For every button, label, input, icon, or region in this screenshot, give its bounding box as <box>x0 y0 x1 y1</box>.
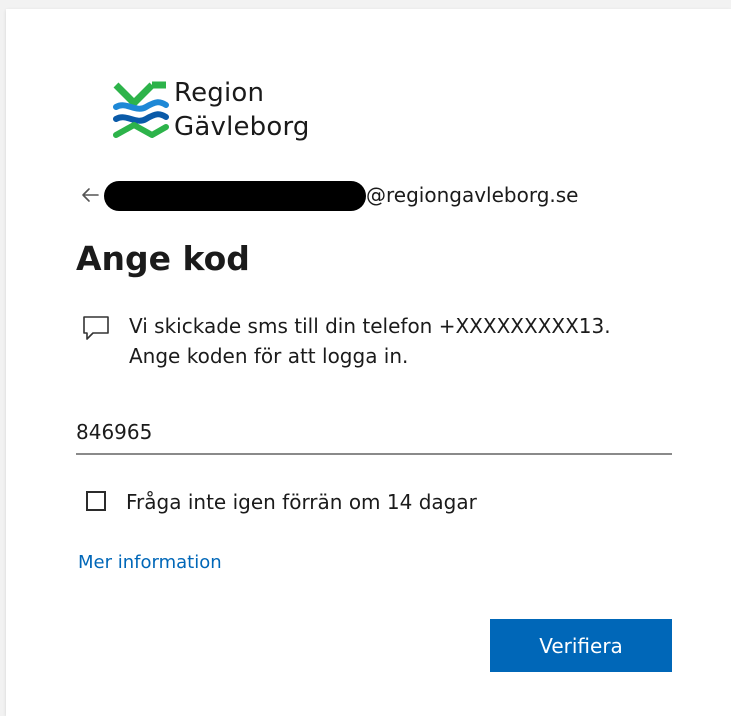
logo-text-region: Region <box>174 78 265 108</box>
redacted-username <box>104 181 366 211</box>
verification-code-input[interactable] <box>76 411 672 455</box>
account-identity: @regiongavleborg.se <box>78 181 638 211</box>
sms-message-icon <box>83 316 109 340</box>
remember-device[interactable]: Fråga inte igen förrän om 14 dagar <box>86 489 606 517</box>
page-title: Ange kod <box>76 239 250 278</box>
verify-button[interactable]: Verifiera <box>490 619 672 672</box>
remember-checkbox[interactable] <box>86 491 106 511</box>
back-arrow-icon[interactable] <box>78 183 102 207</box>
sign-in-card: Region Gävleborg @regiongavleborg.se Ang… <box>6 9 731 716</box>
logo-text-gavleborg: Gävleborg <box>174 112 310 142</box>
sms-message: Vi skickade sms till din telefon +XXXXXX… <box>82 311 682 381</box>
region-gavleborg-logo-icon <box>113 81 169 138</box>
sms-message-line1: Vi skickade sms till din telefon +XXXXXX… <box>129 314 611 338</box>
region-gavleborg-logo: Region Gävleborg <box>112 75 342 149</box>
sms-message-line2: Ange koden för att logga in. <box>129 344 409 368</box>
more-information-link[interactable]: Mer information <box>78 551 222 575</box>
email-domain: @regiongavleborg.se <box>366 183 579 207</box>
sms-message-text: Vi skickade sms till din telefon +XXXXXX… <box>129 311 611 371</box>
remember-label[interactable]: Fråga inte igen förrän om 14 dagar <box>126 489 477 515</box>
